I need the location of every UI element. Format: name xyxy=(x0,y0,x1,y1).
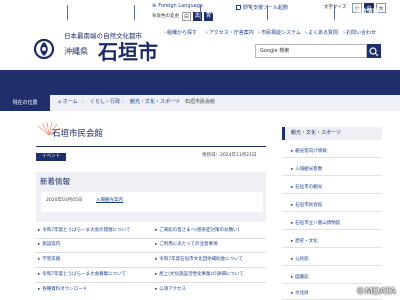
breadcrumb-separator: › xyxy=(82,99,84,105)
nav-government[interactable]: 市政情報 xyxy=(334,0,400,25)
nav-tourism[interactable]: 観光・文化・スポーツ xyxy=(200,0,267,25)
search-icon xyxy=(369,47,379,57)
sidebar-item-tourist-info[interactable]: ▸ 観光客向け情報 xyxy=(282,145,382,158)
util-link-access[interactable]: ›アクセス・庁舎案内 xyxy=(206,31,254,36)
sidebar-item-museum[interactable]: ▸ 石垣市立八重山博物館 xyxy=(282,217,382,230)
breadcrumb-item[interactable]: 観光・文化・スポーツ xyxy=(130,100,180,105)
arrow-right-icon: › xyxy=(305,30,307,36)
arrow-right-icon: ▸ xyxy=(155,287,158,292)
nav-work[interactable]: しごと・産業 xyxy=(267,0,334,25)
sidebar-item-civic-hall[interactable]: ▸ 石垣市民会館 xyxy=(282,199,382,212)
util-link-org[interactable]: ›組織から探す xyxy=(164,31,197,36)
watermark: ©MDATA xyxy=(356,287,396,297)
content-link[interactable]: ▸ ご来館の皆さまへ(感染症対策のお願い) xyxy=(155,228,239,234)
news-link[interactable]: 入場観光案内 xyxy=(96,198,123,204)
updated-date: 更新日：2024年11月21日 xyxy=(202,153,257,158)
event-badge: イベント xyxy=(36,153,66,161)
arrow-right-icon: ▸ xyxy=(291,239,294,244)
search-button[interactable] xyxy=(367,44,381,58)
arrow-right-icon: ▸ xyxy=(38,257,41,262)
sidebar-item-tourism[interactable]: ▸ 石垣市の観光 xyxy=(282,181,382,194)
logo-tagline: 日本最南端の自然文化都市 xyxy=(64,32,142,40)
breadcrumb-current: 石垣市民会館 xyxy=(185,99,216,105)
arrow-right-icon: ▸ xyxy=(38,242,41,247)
sidebar-item-library[interactable]: ▸ 図書館 xyxy=(282,271,382,284)
util-link-consult[interactable]: ›市民相談システム xyxy=(258,31,301,36)
arrow-right-icon: ▸ xyxy=(155,228,158,233)
content-link[interactable]: ▸ 令和7年度石垣市文化団体補助金について xyxy=(155,257,243,263)
breadcrumb-separator: › xyxy=(177,99,179,105)
sidebar-heading: 観光・文化・スポーツ xyxy=(282,127,382,140)
search-input[interactable]: Google 検索 xyxy=(255,44,367,58)
arrow-right-icon: › xyxy=(343,30,345,36)
breadcrumb-separator: › xyxy=(122,99,124,105)
nav-living[interactable]: くらしの情報 xyxy=(0,0,67,25)
arrow-right-icon: ▸ xyxy=(291,221,294,226)
arrow-right-icon: ▸ xyxy=(291,257,294,262)
arrow-right-icon: › xyxy=(206,30,208,36)
arrow-right-icon: ▸ xyxy=(291,185,294,190)
sidebar-item-history[interactable]: ▸ 歴史・文化 xyxy=(282,235,382,248)
util-link-contact[interactable]: ›お問い合わせ xyxy=(343,31,376,36)
logo-city-name[interactable]: 石垣市 xyxy=(98,42,158,62)
content-link[interactable]: ▸ 屋上(文化施設活性化事業)の詳細について xyxy=(155,272,244,278)
city-emblem-icon xyxy=(33,38,55,60)
content-link[interactable]: ▸ 各種資料ダウンロード xyxy=(38,287,87,293)
content-link[interactable]: ▸ 公演アクセス xyxy=(155,287,186,293)
arrow-right-icon: › xyxy=(258,30,260,36)
arrow-right-icon: ▸ xyxy=(291,167,294,172)
row-divider xyxy=(36,238,266,239)
breadcrumb-item[interactable]: くらし・行政 xyxy=(90,100,120,105)
logo-prefecture: 沖縄県 xyxy=(64,47,88,56)
page-title: 石垣市民会館 xyxy=(52,129,104,139)
sidebar-item-community-center[interactable]: ▸ 公民館 xyxy=(282,253,382,266)
row-divider xyxy=(36,252,266,253)
global-nav xyxy=(0,70,400,95)
breadcrumb-label: 現在の位置 xyxy=(0,95,50,111)
nav-childcare[interactable]: 子育て・教育 xyxy=(134,0,200,25)
content-link[interactable]: ▸ 令和7年度とうばらーま大会募集について xyxy=(38,272,126,278)
util-link-faq[interactable]: ›よくある質問 xyxy=(305,31,338,36)
arrow-right-icon: ▸ xyxy=(38,287,41,292)
arrow-right-icon: ▸ xyxy=(155,272,158,277)
arrow-right-icon: › xyxy=(164,30,166,36)
content-link[interactable]: ▸ ご利用にあたっての注意事項 xyxy=(155,242,218,248)
news-date: 2020年03月05日 xyxy=(46,198,83,203)
content-link[interactable]: ▸ 令和7年度とうばらーま大会の開催について xyxy=(38,228,131,234)
arrow-right-icon: ▸ xyxy=(291,275,294,280)
arrow-right-icon: ▸ xyxy=(291,203,294,208)
sidebar-item-visitors[interactable]: ▸ 入域観光客数 xyxy=(282,163,382,176)
arrow-right-icon: ▸ xyxy=(155,242,158,247)
news-heading: 新着情報 xyxy=(40,177,70,186)
title-divider xyxy=(36,146,266,147)
content-link[interactable]: ▸ 学習支援 xyxy=(38,257,60,263)
content-link[interactable]: ▸ 施設案内 xyxy=(38,242,60,248)
home-icon: ⌂ xyxy=(58,99,62,105)
breadcrumb-item[interactable]: ⌂ ホーム xyxy=(58,100,78,105)
arrow-right-icon: ▸ xyxy=(291,149,294,154)
arrow-right-icon: ▸ xyxy=(38,272,41,277)
arrow-right-icon: ▸ xyxy=(155,257,158,262)
arrow-right-icon: ▸ xyxy=(38,228,41,233)
nav-health[interactable]: 健康・医療・福祉 xyxy=(67,0,134,25)
arrow-right-icon: ▸ xyxy=(291,291,294,296)
row-divider xyxy=(36,282,266,283)
row-divider xyxy=(36,267,266,268)
